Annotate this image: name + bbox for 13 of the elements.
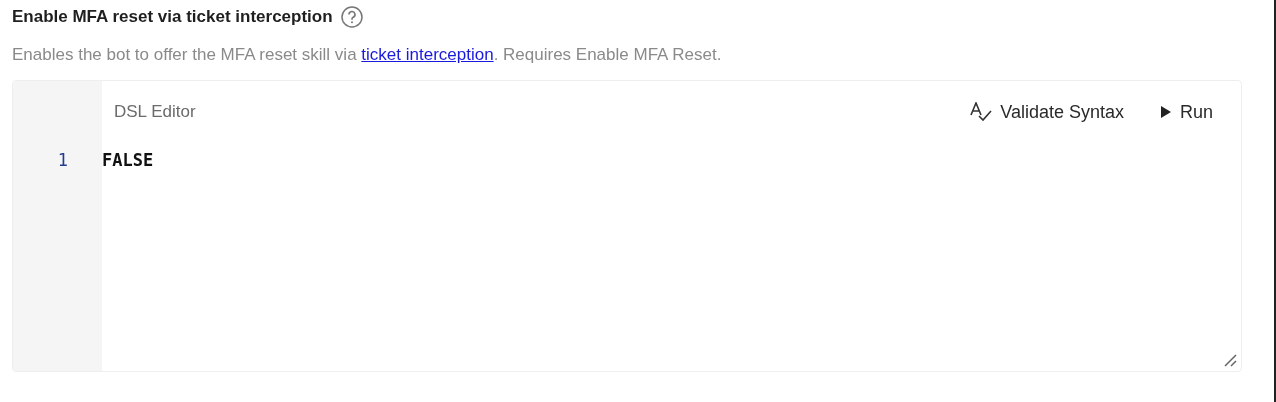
validate-syntax-button[interactable]: Validate Syntax: [970, 101, 1124, 123]
line-number: 1: [56, 149, 69, 172]
help-icon[interactable]: [340, 6, 363, 28]
editor-title: DSL Editor: [114, 102, 197, 122]
setting-title: Enable MFA reset via ticket interception: [12, 7, 333, 27]
setting-description: Enables the bot to offer the MFA reset skill via ticket interception. Requires Enable MFA Reset.: [12, 44, 723, 66]
spellcheck-icon: [970, 102, 993, 122]
code-line: FALSE: [102, 149, 155, 172]
code-editor[interactable]: 1 DSL Editor Validate Syntax Run FALSE: [12, 80, 1242, 372]
ticket-interception-link[interactable]: ticket interception: [361, 45, 494, 64]
resize-handle-icon[interactable]: [1223, 353, 1237, 367]
run-button[interactable]: Run: [1159, 101, 1213, 123]
play-icon: [1159, 105, 1172, 119]
